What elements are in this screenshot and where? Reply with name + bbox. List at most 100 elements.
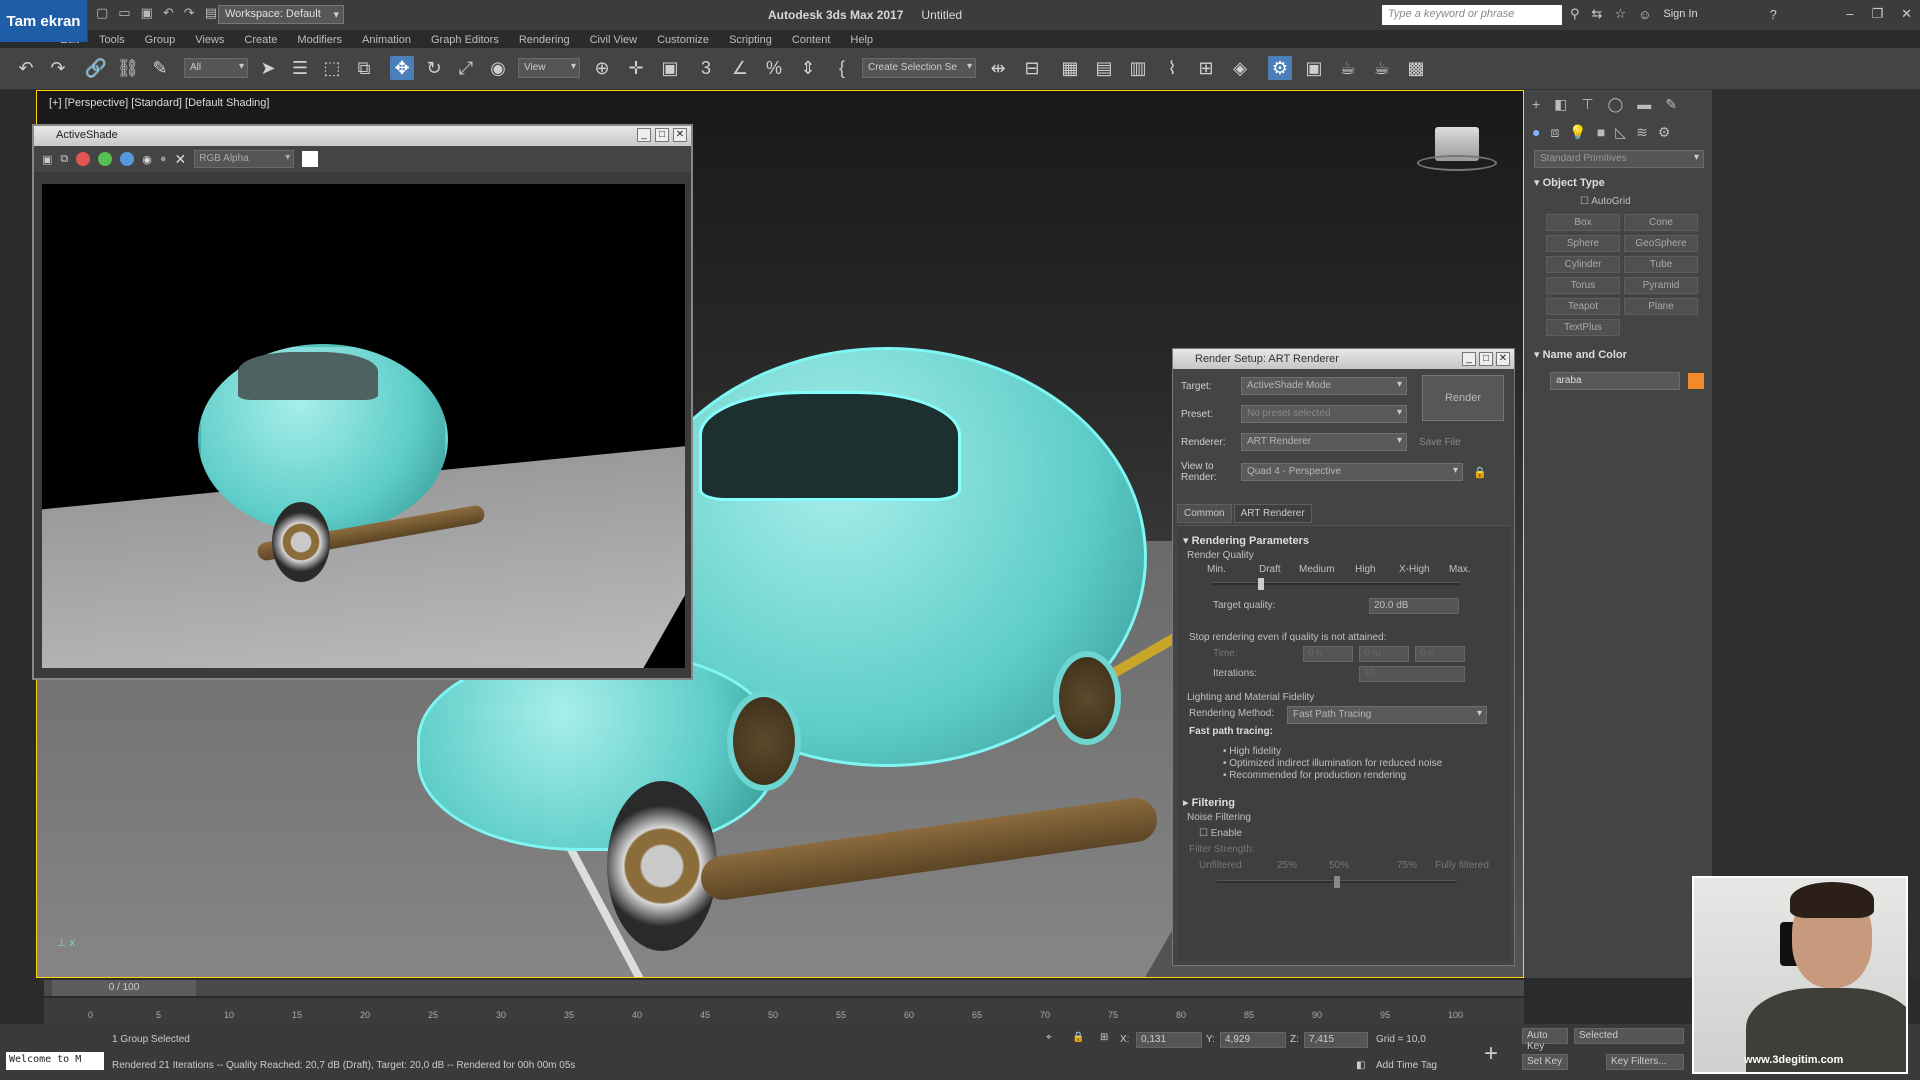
- box-button[interactable]: Box: [1546, 214, 1620, 231]
- rendered-frame-window-icon[interactable]: ▣: [1302, 56, 1326, 80]
- manipulate-icon[interactable]: ✛: [624, 56, 648, 80]
- menu-views[interactable]: Views: [195, 32, 224, 46]
- select-object-icon[interactable]: ➤: [256, 56, 280, 80]
- scale-icon[interactable]: ⤢: [454, 56, 478, 80]
- tab-art-renderer[interactable]: ART Renderer: [1233, 504, 1312, 523]
- minimize-icon[interactable]: _: [637, 128, 651, 142]
- enable-checkbox[interactable]: ☐ Enable: [1199, 828, 1242, 839]
- helpers-icon[interactable]: ◺: [1615, 124, 1626, 141]
- object-name-input[interactable]: araba: [1550, 372, 1680, 390]
- time-tag-icon[interactable]: ◧: [1356, 1060, 1365, 1071]
- view-to-render-select[interactable]: Quad 4 - Perspective: [1241, 463, 1463, 481]
- select-by-name-icon[interactable]: ☰: [288, 56, 312, 80]
- mirror-icon[interactable]: ⇹: [986, 56, 1010, 80]
- alpha-channel-icon[interactable]: ◉: [142, 153, 152, 166]
- display-tab-icon[interactable]: ▬: [1637, 96, 1651, 113]
- star-icon[interactable]: ☆: [1614, 6, 1626, 22]
- search-input[interactable]: Type a keyword or phrase: [1382, 5, 1562, 25]
- menu-help[interactable]: Help: [850, 32, 873, 46]
- render-activeshade-icon[interactable]: ▩: [1404, 56, 1428, 80]
- modify-tab-icon[interactable]: ◧: [1554, 96, 1567, 113]
- undo-icon[interactable]: ↶: [163, 5, 174, 21]
- time-minutes-input[interactable]: 0 m: [1359, 646, 1409, 662]
- restore-icon[interactable]: ❐: [1871, 6, 1883, 22]
- target-quality-input[interactable]: 20.0 dB: [1369, 598, 1459, 614]
- menu-civil-view[interactable]: Civil View: [590, 32, 637, 46]
- x-coordinate-input[interactable]: 0,131: [1136, 1032, 1202, 1048]
- menu-customize[interactable]: Customize: [657, 32, 709, 46]
- exchange-icon[interactable]: ⇆: [1592, 6, 1603, 22]
- time-slider[interactable]: 0 / 100: [44, 980, 1524, 996]
- key-set-select[interactable]: Selected: [1574, 1028, 1684, 1044]
- link-icon[interactable]: 🔗: [84, 56, 108, 80]
- name-color-rollout[interactable]: ▾ Name and Color: [1534, 348, 1704, 364]
- ribbon-icon[interactable]: ▥: [1126, 56, 1150, 80]
- key-filters-button[interactable]: Key Filters...: [1606, 1054, 1684, 1070]
- tube-button[interactable]: Tube: [1624, 256, 1698, 273]
- close-icon[interactable]: ✕: [673, 128, 687, 142]
- percent-snap-icon[interactable]: %: [762, 56, 786, 80]
- torus-button[interactable]: Torus: [1546, 277, 1620, 294]
- menu-group[interactable]: Group: [145, 32, 176, 46]
- render-setup-icon[interactable]: ⚙: [1268, 56, 1292, 80]
- render-setup-dialog[interactable]: Render Setup: ART Renderer _ □ ✕ Target:…: [1172, 348, 1515, 966]
- motion-tab-icon[interactable]: ◯: [1608, 96, 1624, 113]
- lights-icon[interactable]: 💡: [1569, 124, 1586, 141]
- add-key-icon[interactable]: +: [1484, 1040, 1498, 1068]
- viewport-label[interactable]: [+] [Perspective] [Standard] [Default Sh…: [49, 97, 269, 109]
- plane-button[interactable]: Plane: [1624, 298, 1698, 315]
- cylinder-button[interactable]: Cylinder: [1546, 256, 1620, 273]
- green-channel-icon[interactable]: [98, 152, 113, 166]
- add-time-tag-button[interactable]: Add Time Tag: [1376, 1060, 1437, 1071]
- menu-modifiers[interactable]: Modifiers: [297, 32, 342, 46]
- angle-snap-icon[interactable]: ∠: [728, 56, 752, 80]
- object-type-rollout[interactable]: ▾ Object Type: [1534, 176, 1704, 192]
- time-hours-input[interactable]: 0 h: [1303, 646, 1353, 662]
- sign-in-button[interactable]: Sign In: [1663, 8, 1697, 20]
- save-image-icon[interactable]: ▣: [42, 153, 52, 166]
- minimize-icon[interactable]: –: [1846, 6, 1853, 22]
- lock-icon[interactable]: 🔒: [1473, 466, 1487, 479]
- renderer-select[interactable]: ART Renderer: [1241, 433, 1407, 451]
- rendering-parameters-rollout[interactable]: ▾ Rendering Parameters: [1183, 534, 1309, 547]
- undo-icon[interactable]: ↶: [14, 56, 38, 80]
- channel-select[interactable]: RGB Alpha: [194, 150, 295, 168]
- scene-explorer-icon[interactable]: ▦: [1058, 56, 1082, 80]
- maximize-icon[interactable]: □: [1479, 352, 1493, 366]
- rendering-method-select[interactable]: Fast Path Tracing: [1287, 706, 1487, 724]
- cameras-icon[interactable]: ■: [1597, 124, 1605, 141]
- project-icon[interactable]: ▤: [205, 5, 217, 21]
- named-selection-select[interactable]: Create Selection Se: [862, 58, 976, 78]
- menu-graph-editors[interactable]: Graph Editors: [431, 32, 499, 46]
- move-icon[interactable]: ✥: [390, 56, 414, 80]
- time-seconds-input[interactable]: 0 s: [1415, 646, 1465, 662]
- render-setup-titlebar[interactable]: Render Setup: ART Renderer _ □ ✕: [1173, 349, 1514, 369]
- render-iterative-icon[interactable]: ☕: [1370, 56, 1394, 80]
- menu-scripting[interactable]: Scripting: [729, 32, 772, 46]
- spinner-snap-icon[interactable]: ⇕: [796, 56, 820, 80]
- auto-key-button[interactable]: Auto Key: [1522, 1028, 1568, 1052]
- geometry-icon[interactable]: ●: [1532, 124, 1540, 141]
- minimize-icon[interactable]: _: [1462, 352, 1476, 366]
- menu-create[interactable]: Create: [244, 32, 277, 46]
- tab-common[interactable]: Common: [1177, 504, 1232, 523]
- pivot-icon[interactable]: ⊕: [590, 56, 614, 80]
- binoculars-icon[interactable]: ⚲: [1570, 6, 1580, 22]
- render-quality-slider[interactable]: [1211, 578, 1461, 590]
- save-icon[interactable]: ▣: [141, 5, 153, 21]
- close-icon[interactable]: ✕: [1901, 6, 1912, 22]
- maxscript-listener[interactable]: Welcome to M: [6, 1052, 104, 1070]
- teapot-button[interactable]: Teapot: [1546, 298, 1620, 315]
- iterations-input[interactable]: 10: [1359, 666, 1465, 682]
- selection-filter[interactable]: All: [184, 58, 248, 78]
- activeshade-titlebar[interactable]: ActiveShade _ □ ✕: [34, 126, 691, 146]
- red-channel-icon[interactable]: [76, 152, 91, 166]
- primitive-category-select[interactable]: Standard Primitives: [1534, 150, 1704, 168]
- open-icon[interactable]: ▭: [118, 5, 130, 21]
- menu-rendering[interactable]: Rendering: [519, 32, 570, 46]
- close-icon[interactable]: ✕: [1496, 352, 1510, 366]
- hierarchy-tab-icon[interactable]: ⊤: [1581, 96, 1593, 113]
- bind-spacewarp-icon[interactable]: ✎: [148, 56, 172, 80]
- object-color-swatch[interactable]: [1688, 373, 1704, 389]
- shapes-icon[interactable]: ⧈: [1550, 124, 1559, 141]
